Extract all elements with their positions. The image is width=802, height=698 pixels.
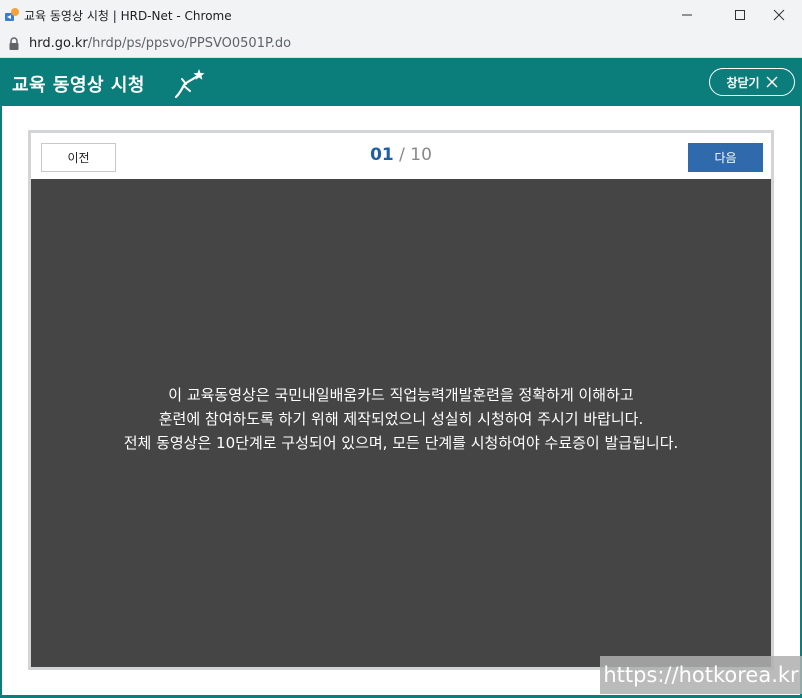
total-steps: 10 (410, 145, 432, 165)
player-control-bar: 이전 01 / 10 다음 (31, 133, 771, 179)
close-window-button[interactable]: 창닫기 (709, 68, 795, 96)
url-host: hrd.go.kr (29, 36, 88, 51)
notice-line: 훈련에 참여하도록 하기 위해 제작되었으니 성실히 시청하여 주시기 바랍니다… (158, 410, 644, 428)
minimize-button[interactable] (664, 0, 710, 30)
url-path: /hrdp/ps/ppsvo/PPSVO0501P.do (87, 36, 292, 51)
minimize-icon (682, 14, 692, 16)
window-title: 교육 동영상 시청 | HRD-Net - Chrome (24, 9, 232, 23)
step-counter: 01 / 10 (351, 145, 451, 165)
step-separator: / (399, 145, 405, 165)
close-icon (766, 76, 778, 88)
current-step: 01 (370, 145, 394, 165)
notice-line: 전체 동영상은 10단계로 구성되어 있으며, 모든 단계를 시청하여야 수료증… (123, 434, 679, 452)
page-title: 교육 동영상 시청 (12, 75, 145, 96)
browser-title-bar: 교육 동영상 시청 | HRD-Net - Chrome (0, 0, 802, 30)
notice-line: 이 교육동영상은 국민내일배움카드 직업능력개발훈련을 정확하게 이해하고 (168, 386, 634, 404)
video-player: 이전 01 / 10 다음 이 교육동영상은 국민내일배움카드 직업능력개발훈련… (28, 130, 774, 670)
url-text[interactable]: hrd.go.kr/hrdp/ps/ppsvo/PPSVO0501P.do (29, 36, 291, 51)
notice-message: 이 교육동영상은 국민내일배움카드 직업능력개발훈련을 정확하게 이해하고 훈련… (31, 383, 771, 455)
video-screen[interactable]: 이 교육동영상은 국민내일배움카드 직업능력개발훈련을 정확하게 이해하고 훈련… (31, 179, 771, 667)
popup-header: 교육 동영상 시청 창닫기 (2, 58, 800, 106)
next-button[interactable]: 다음 (688, 143, 763, 172)
maximize-icon (735, 10, 745, 20)
lock-icon (9, 37, 19, 50)
running-figure-icon (174, 69, 205, 99)
watermark-text: https://hotkorea.kr (600, 656, 802, 694)
close-icon (773, 9, 785, 21)
popup-frame: 교육 동영상 시청 창닫기 이전 01 / 10 다음 이 교육동영상은 국민내… (0, 58, 802, 698)
address-bar[interactable]: hrd.go.kr/hrdp/ps/ppsvo/PPSVO0501P.do (0, 30, 802, 58)
favicon-icon (5, 8, 19, 21)
close-window-label: 창닫기 (726, 75, 760, 90)
prev-button[interactable]: 이전 (41, 143, 116, 172)
window-close-button[interactable] (756, 0, 802, 30)
